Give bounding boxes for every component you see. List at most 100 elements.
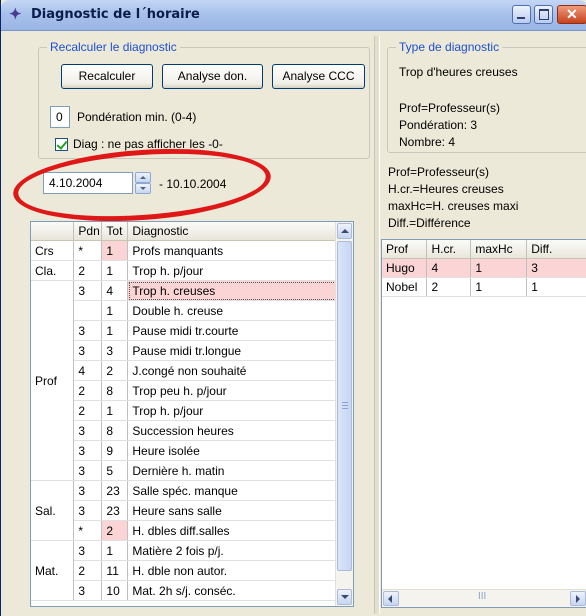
diagnostic-row[interactable]: Mat. 3 1 Matière 2 fois p/j. (31, 540, 337, 601)
detail-row[interactable]: Hugo 4 1 3 (382, 258, 586, 278)
tot-cell: 3 (101, 340, 129, 361)
diagnostic-row[interactable]: Cla. 2 1 Trop h. p/jour (31, 260, 337, 281)
diagnostic-row[interactable]: 2 8 Trop peu h. p/jour (31, 380, 337, 401)
pdn-cell: 3 (73, 340, 103, 361)
col-header-tot[interactable]: Tot (101, 222, 129, 241)
analyse-don-button[interactable]: Analyse don. (162, 64, 263, 89)
wand-icon: ✦ (9, 6, 22, 23)
detail-grid[interactable]: Prof H.cr. maxHc Diff. Hugo 4 1 3 Nobel 2 1 1 I… (381, 239, 586, 608)
diagnostic-cell[interactable]: Pause midi tr.courte (127, 320, 337, 341)
detail-hscrollbar[interactable]: III (382, 589, 586, 607)
col-header-category[interactable] (31, 222, 75, 241)
grip-line (342, 402, 348, 403)
diagnostic-cell[interactable]: Mat. 2h s/j. conséc. (127, 580, 337, 601)
legend-line: maxHc=H. creuses maxi (388, 199, 519, 213)
legend-line: H.cr.=Heures creuses (388, 182, 504, 196)
title-bar[interactable]: ✦ Diagnostic de l´horaire ✕ (1, 0, 586, 31)
diagnostic-row[interactable]: 4 2 J.congé non souhaité (31, 360, 337, 381)
diagnostic-row[interactable]: 3 9 Heure isolée (31, 440, 337, 461)
spin-down-icon[interactable] (135, 183, 151, 194)
tot-cell: 2 (101, 520, 129, 541)
detail-table-body: Hugo 4 1 3 Nobel 2 1 1 (382, 258, 586, 297)
diagnostic-row[interactable]: 1 Double h. creuse (31, 300, 337, 321)
col-header-diff[interactable]: Diff. (526, 240, 586, 259)
diagnostic-cell[interactable]: Salle spéc. manque (127, 480, 337, 501)
panel-splitter[interactable] (374, 36, 380, 614)
diagnostic-cell[interactable]: Matière 2 fois p/j. (127, 540, 337, 561)
maximize-button[interactable] (534, 5, 553, 24)
diagnostic-row[interactable]: Prof 3 4 Trop h. creuses (31, 280, 337, 481)
pdn-cell: 4 (73, 360, 103, 381)
ponderation-label: Pondération min. (0-4) (77, 110, 197, 124)
tot-cell: 4 (101, 280, 129, 301)
pdn-cell: * (73, 240, 103, 261)
recalculer-button[interactable]: Recalculer (61, 64, 153, 89)
diagnostic-cell[interactable]: Heure sans salle (127, 500, 337, 521)
diagnostic-cell[interactable]: Dernière h. matin (127, 460, 337, 481)
diagnostic-cell[interactable]: Profs manquants (127, 240, 337, 261)
detail-row[interactable]: Nobel 2 1 1 (382, 277, 586, 297)
end-date-label: - 10.10.2004 (159, 177, 227, 191)
diagnostic-cell[interactable]: Double h. creuse (127, 300, 337, 321)
diagnostic-row[interactable]: 3 23 Heure sans salle (31, 500, 337, 521)
diagnostic-row[interactable]: Sal. 3 23 Salle spéc. manque (31, 480, 337, 541)
date-spinner[interactable] (135, 172, 151, 194)
scroll-thumb[interactable] (337, 241, 352, 571)
diagnostic-cell[interactable]: H. dbles diff.salles (127, 520, 337, 541)
diagnostic-cell[interactable]: Trop peu h. p/jour (127, 380, 337, 401)
diagnostic-cell[interactable]: Heure isolée (127, 440, 337, 461)
diagnostic-row[interactable]: 2 1 Trop h. p/jour (31, 400, 337, 421)
analyse-ccc-button[interactable]: Analyse CCC (272, 64, 365, 89)
tot-cell: 2 (101, 360, 129, 381)
diagnostic-grid[interactable]: Pdn Tot Diagnostic Crs * 1 Profs manquants C… (30, 221, 354, 607)
ponderation-input[interactable]: 0 (50, 106, 70, 128)
diagnostic-cell[interactable]: Trop h. creuses (127, 280, 337, 301)
col-header-maxhc[interactable]: maxHc (470, 240, 528, 259)
col-header-pdn[interactable]: Pdn (73, 222, 103, 241)
diagnostic-cell[interactable]: Trop h. p/jour (127, 400, 337, 421)
tot-cell: 10 (101, 580, 129, 601)
type-diag-detail: Pondération: 3 (399, 118, 478, 132)
diagnostic-cell[interactable]: J.congé non souhaité (127, 360, 337, 381)
tot-cell: 9 (101, 440, 129, 461)
diagnostic-cell[interactable]: Succession heures (127, 420, 337, 441)
diagnostic-vscrollbar[interactable] (335, 222, 353, 606)
tot-cell: 23 (101, 500, 129, 521)
tot-cell: 1 (101, 400, 129, 421)
col-header-hcr[interactable]: H.cr. (426, 240, 472, 259)
detail-cell: Hugo (382, 258, 428, 278)
diagnostic-row[interactable]: 3 3 Pause midi tr.longue (31, 340, 337, 361)
diagnostic-row[interactable]: Crs * 1 Profs manquants (31, 240, 337, 261)
diagnostic-row[interactable]: * 2 H. dbles diff.salles (31, 520, 337, 541)
diagnostic-row[interactable]: 3 1 Pause midi tr.courte (31, 320, 337, 341)
diagnostic-row[interactable]: 3 8 Succession heures (31, 420, 337, 441)
tot-cell: 1 (101, 240, 129, 261)
diagnostic-row[interactable]: 2 11 H. dble non autor. (31, 560, 337, 581)
spin-up-icon[interactable] (135, 172, 151, 183)
diagnostic-cell[interactable]: Pause midi tr.longue (127, 340, 337, 361)
close-icon: ✕ (566, 6, 578, 22)
tot-cell: 1 (101, 260, 129, 281)
legend-line: Prof=Professeur(s) (388, 165, 490, 179)
scroll-down-icon[interactable] (337, 589, 352, 605)
diagnostic-cell[interactable]: Trop h. p/jour (127, 260, 337, 281)
pdn-cell: 2 (73, 260, 103, 281)
col-header-prof[interactable]: Prof (382, 240, 428, 259)
scroll-left-icon[interactable] (383, 591, 399, 606)
diag-checkbox-label: Diag : ne pas afficher les -0- (73, 137, 223, 151)
diagnostic-row[interactable]: 3 5 Dernière h. matin (31, 460, 337, 481)
type-diag-legend: Type de diagnostic (396, 40, 503, 54)
scroll-up-icon[interactable] (337, 223, 352, 239)
diagnostic-row[interactable]: 3 10 Mat. 2h s/j. conséc. (31, 580, 337, 601)
diagnostic-cell[interactable]: H. dble non autor. (127, 560, 337, 581)
window-title: Diagnostic de l´horaire (31, 7, 200, 22)
pdn-cell: 3 (73, 440, 103, 461)
diag-checkbox[interactable] (55, 138, 68, 151)
minimize-button[interactable] (512, 5, 531, 24)
start-date-input[interactable]: 4.10.2004 (43, 172, 133, 194)
pdn-cell: 3 (73, 320, 103, 341)
close-button[interactable]: ✕ (557, 5, 586, 24)
diagnostic-table-body: Crs * 1 Profs manquants Cla. 2 1 Trop h. p/jour… (31, 240, 337, 601)
col-header-diagnostic[interactable]: Diagnostic (127, 222, 337, 241)
scroll-right-icon[interactable] (570, 591, 586, 606)
